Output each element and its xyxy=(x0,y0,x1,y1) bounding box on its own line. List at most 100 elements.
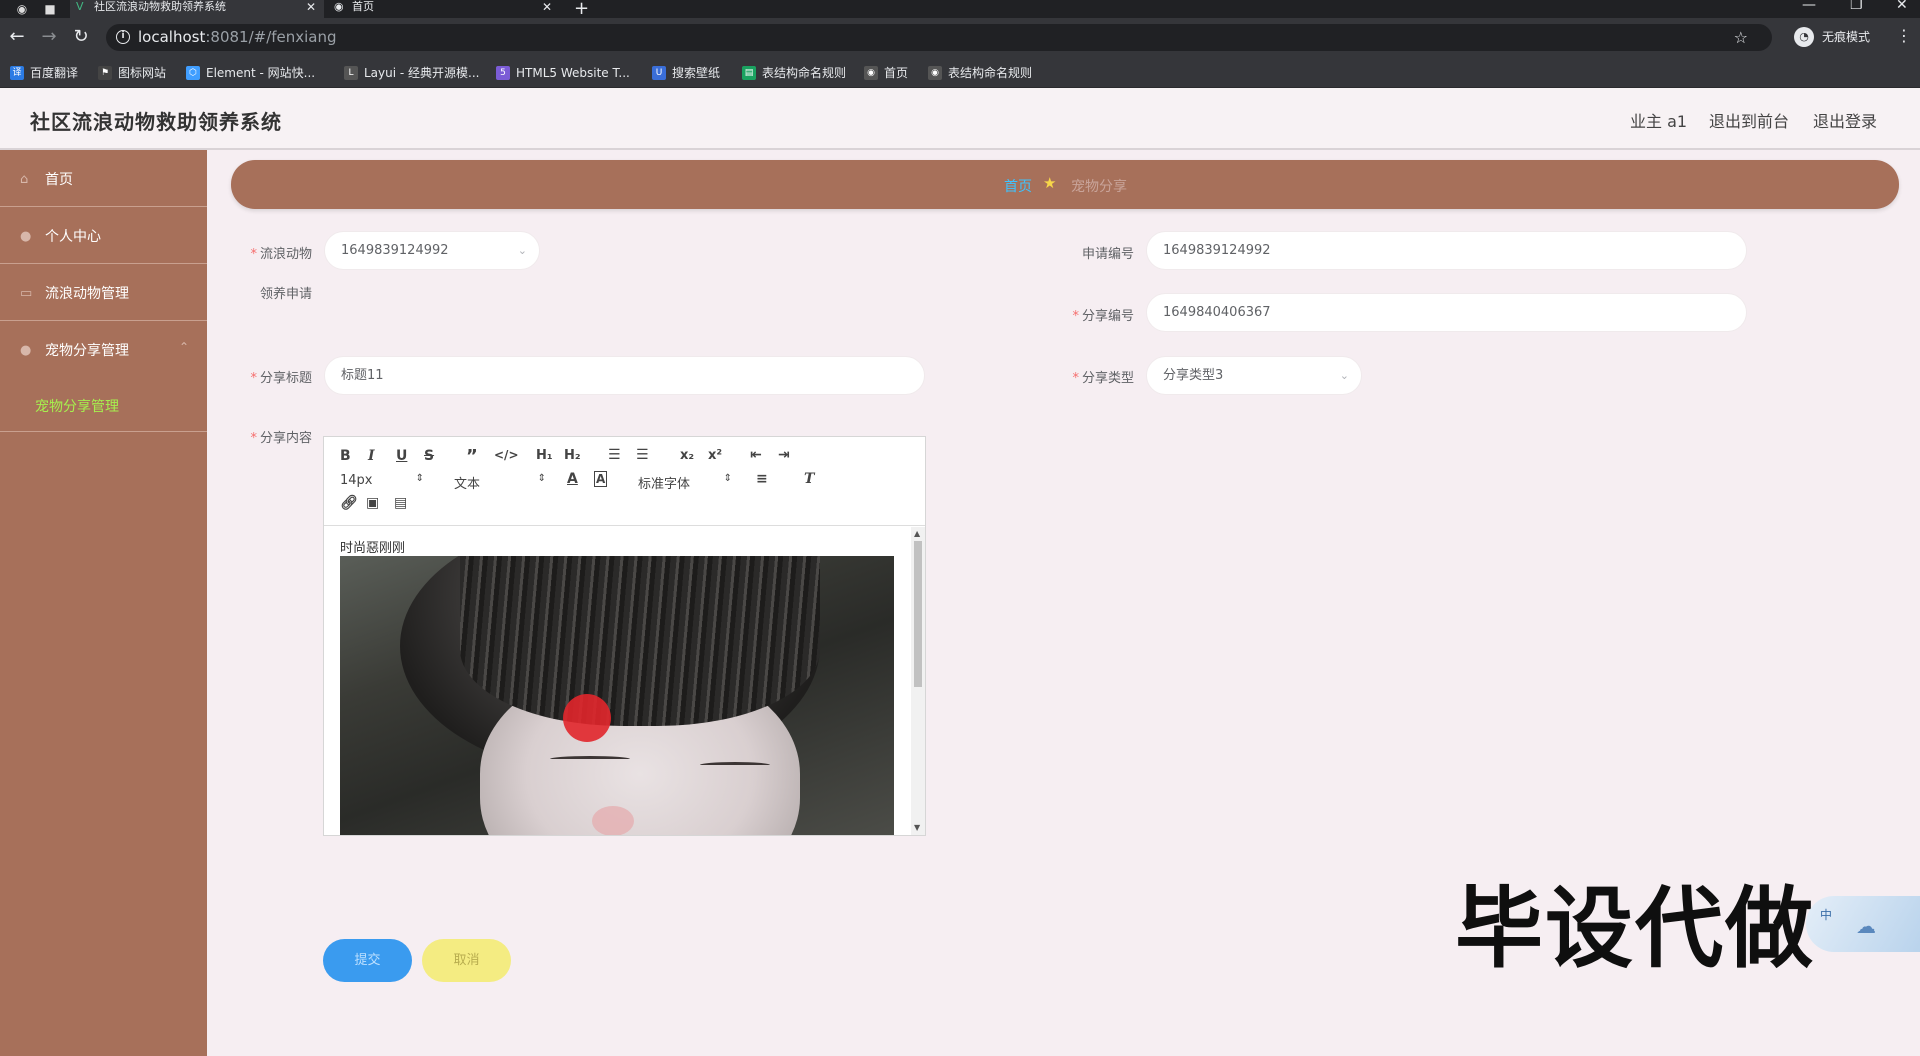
sidebar-item-label: 宠物分享管理 xyxy=(45,343,129,359)
bookmark-label: Element - 网站快... xyxy=(206,66,316,80)
tab-home[interactable]: ◉ 首页 ✕ xyxy=(328,0,560,18)
cancel-button[interactable]: 取消 xyxy=(422,939,511,982)
close-icon[interactable]: ✕ xyxy=(306,0,316,14)
watermark-text: 毕设代做 xyxy=(1455,877,1816,980)
bookmark-label: 表结构命名规则 xyxy=(762,66,847,80)
blockquote-icon[interactable]: ” xyxy=(466,446,478,467)
globe-icon: ◉ xyxy=(928,66,942,80)
maximize-icon[interactable]: ❐ xyxy=(1850,0,1863,13)
italic-icon[interactable]: I xyxy=(368,448,375,464)
bookmark-label: 表结构命名规则 xyxy=(948,66,1033,80)
link-icon[interactable]: 🔗︎ xyxy=(340,495,358,511)
reload-icon[interactable]: ↻ xyxy=(70,26,92,48)
current-user: 业主 a1 xyxy=(1630,112,1688,131)
font-family-select[interactable]: 标准字体 ⇕ xyxy=(638,473,732,492)
required-mark: * xyxy=(250,247,257,262)
sidebar-item-profile[interactable]: ● 个人中心 xyxy=(0,207,207,264)
tab-active[interactable]: V 社区流浪动物救助领养系统 ✕ xyxy=(70,0,324,18)
submit-button[interactable]: 提交 xyxy=(323,939,412,982)
bookmark[interactable]: L Layui - 经典开源模... xyxy=(344,64,479,82)
user-icon: ● xyxy=(20,343,32,358)
subscript-icon[interactable]: x₂ xyxy=(680,448,694,463)
bold-icon[interactable]: B xyxy=(340,448,351,464)
sidebar-item-animals[interactable]: ▭ 流浪动物管理 xyxy=(0,264,207,321)
ordered-list-icon[interactable]: ☰ xyxy=(608,447,621,463)
back-icon[interactable]: ← xyxy=(6,26,28,48)
element-icon: ⬡ xyxy=(186,66,200,80)
header-select[interactable]: 文本 ⇕ xyxy=(454,473,546,492)
font-color-icon[interactable]: A xyxy=(567,471,578,487)
align-icon[interactable]: ≡ xyxy=(756,471,768,487)
select-value: 分享类型3 xyxy=(1163,368,1224,383)
bookmark[interactable]: ◉ 首页 xyxy=(864,64,908,82)
editor-content[interactable]: 时尚惡刚刚 ▲ ▼ xyxy=(324,527,925,835)
indent-icon[interactable]: ⇥ xyxy=(778,447,790,463)
bullet-list-icon[interactable]: ☰ xyxy=(636,447,649,463)
bookmark[interactable]: ▤ 表结构命名规则 xyxy=(742,64,846,82)
animal-label-line2: 领养申请 xyxy=(259,287,312,302)
code-icon[interactable]: </> xyxy=(494,448,519,462)
heading1-icon[interactable]: H₁ xyxy=(536,448,553,463)
logout-link[interactable]: 退出登录 xyxy=(1813,108,1877,132)
bookmark[interactable]: 5 HTML5 Website T... xyxy=(496,64,630,82)
input-value: 1649840406367 xyxy=(1163,305,1271,320)
bookmark[interactable]: ◉ 表结构命名规则 xyxy=(928,64,1032,82)
editor-scrollbar[interactable]: ▲ ▼ xyxy=(911,527,925,835)
video-icon[interactable]: ▤ xyxy=(394,495,407,511)
star-icon: ★ xyxy=(1043,174,1057,192)
superscript-icon[interactable]: x² xyxy=(708,448,722,463)
underline-icon[interactable]: U xyxy=(396,448,407,464)
minimize-icon[interactable]: — xyxy=(1802,0,1816,13)
bookmark[interactable]: U 搜索壁纸 xyxy=(652,64,720,82)
url-input[interactable]: i localhost:8081/#/fenxiang ☆ xyxy=(106,24,1772,51)
outdent-icon[interactable]: ⇤ xyxy=(750,447,762,463)
background-color-icon[interactable]: A xyxy=(594,471,608,487)
sidebar-item-home[interactable]: ⌂ 首页 xyxy=(0,150,207,207)
photo-red-dot xyxy=(563,694,611,742)
content-label: * 分享内容 xyxy=(230,427,312,446)
exit-to-front-link[interactable]: 退出到前台 xyxy=(1709,108,1789,132)
bookmark[interactable]: ⚑ 图标网站 xyxy=(98,64,166,82)
sidebar-item-share[interactable]: ● 宠物分享管理 ⌃ xyxy=(0,321,207,378)
star-icon[interactable]: ☆ xyxy=(1734,24,1748,51)
breadcrumb-home[interactable]: 首页 xyxy=(1004,176,1032,196)
tab-title: 社区流浪动物救助领养系统 xyxy=(94,0,226,13)
bookmark[interactable]: 译百度翻译 xyxy=(10,64,78,82)
animal-select[interactable]: 1649839124992 ⌄ xyxy=(324,231,540,270)
type-select[interactable]: 分享类型3 ⌄ xyxy=(1146,356,1362,395)
heading2-icon[interactable]: H₂ xyxy=(564,448,581,463)
ime-mode: 中 xyxy=(1820,908,1833,922)
share-no-input[interactable]: 1649840406367 xyxy=(1146,293,1747,332)
browser-menu-icon[interactable]: ◉ xyxy=(14,1,30,17)
ime-widget[interactable]: 中 ☁ xyxy=(1806,896,1920,952)
more-icon[interactable]: ⋮ xyxy=(1896,26,1912,45)
app-header: 社区流浪动物救助领养系统 业主 a1 退出到前台 退出登录 xyxy=(0,88,1920,150)
apply-no-input[interactable]: 1649839124992 xyxy=(1146,231,1747,270)
globe-icon: ◉ xyxy=(334,0,344,13)
scroll-down-icon[interactable]: ▼ xyxy=(914,823,920,832)
tab-title: 首页 xyxy=(352,0,374,13)
apply-no-label: 申请编号 xyxy=(1081,247,1134,262)
scroll-thumb[interactable] xyxy=(914,541,922,687)
rich-text-editor[interactable]: B I U S ” </> H₁ H₂ ☰ ☰ x₂ x² ⇤ ⇥ 14px ⇕ … xyxy=(323,436,926,836)
sidebar-subitem-share[interactable]: 宠物分享管理 xyxy=(0,378,207,432)
font-size-select[interactable]: 14px ⇕ xyxy=(340,473,424,488)
bookmark[interactable]: ⬡ Element - 网站快... xyxy=(186,64,315,82)
strikethrough-icon[interactable]: S xyxy=(424,448,434,464)
window-icon[interactable]: ■ xyxy=(42,1,58,17)
info-icon[interactable]: i xyxy=(116,30,130,44)
scroll-up-icon[interactable]: ▲ xyxy=(914,529,920,538)
title-input[interactable]: 标题11 xyxy=(324,356,925,395)
bookmark-label: HTML5 Website T... xyxy=(516,66,630,80)
photo-eye xyxy=(700,762,770,768)
forward-icon[interactable]: → xyxy=(38,26,60,48)
app-title: 社区流浪动物救助领养系统 xyxy=(30,110,282,134)
type-label: * 分享类型 xyxy=(1050,367,1134,386)
close-window-icon[interactable]: ✕ xyxy=(1896,0,1908,13)
bookmark-label: 首页 xyxy=(884,66,909,80)
new-tab-icon[interactable]: + xyxy=(574,0,589,19)
image-icon[interactable]: ▣ xyxy=(366,495,379,511)
close-icon[interactable]: ✕ xyxy=(542,0,552,14)
incognito-indicator[interactable]: ◔ 无痕模式 xyxy=(1794,24,1870,50)
clear-format-icon[interactable]: T xyxy=(804,471,814,487)
